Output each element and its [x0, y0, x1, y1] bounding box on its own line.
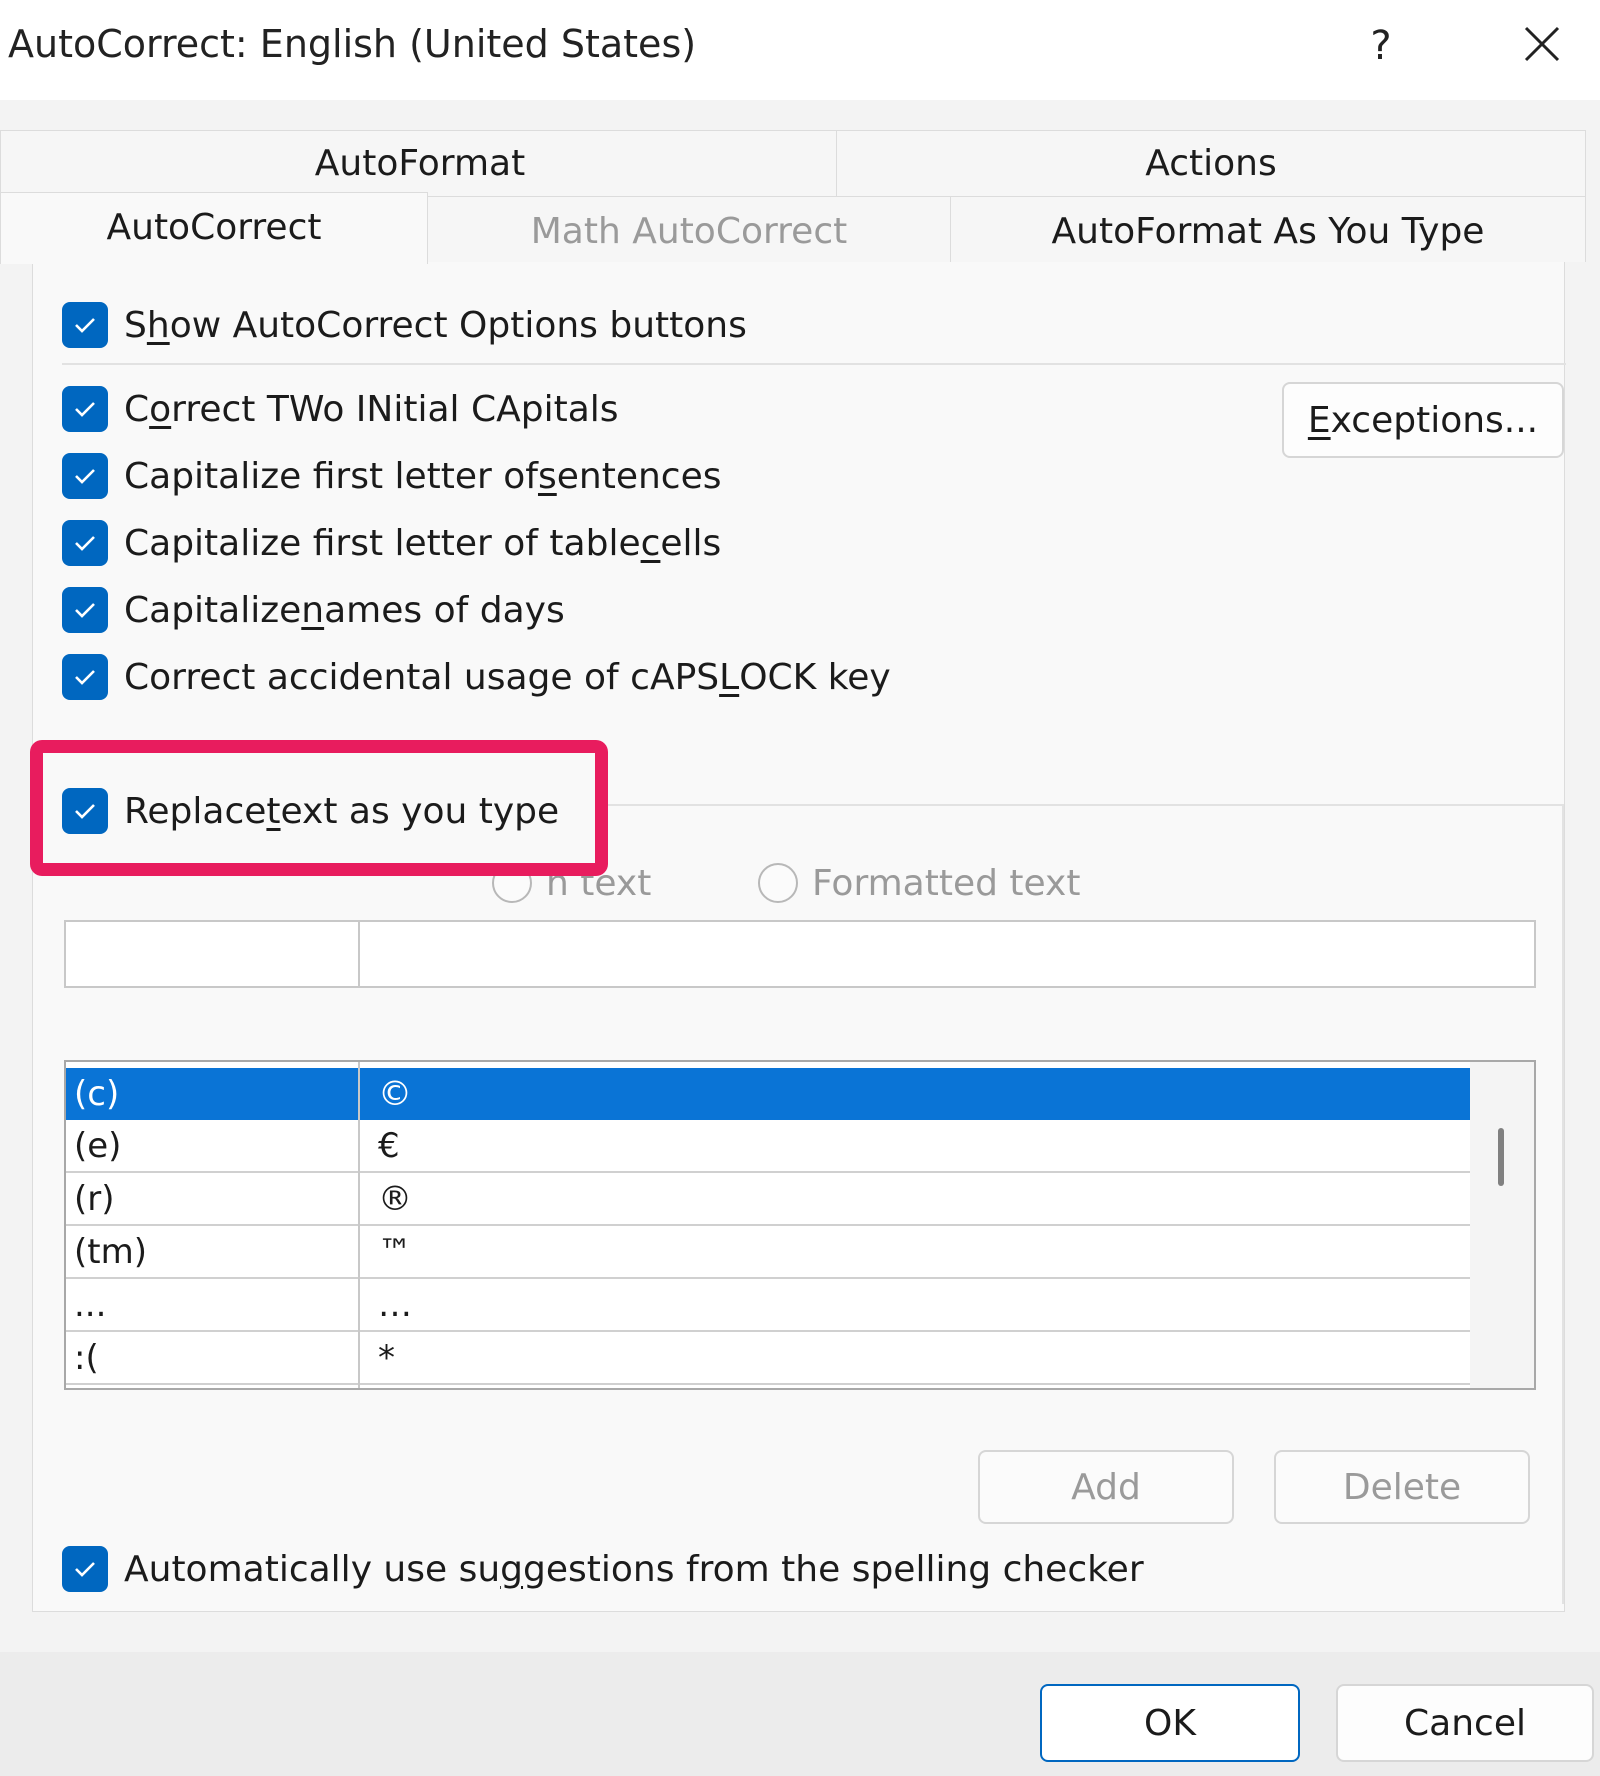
checkbox-checked-icon [62, 654, 108, 700]
with-input[interactable] [358, 920, 1536, 988]
column-divider [358, 1062, 360, 1388]
spelling-suggestions-checkbox[interactable]: Automatically use su g gestions from the s… [62, 1544, 1144, 1594]
close-icon [1524, 26, 1560, 62]
capitalize-sentences-checkbox[interactable]: Capitalize first letter of s entences [62, 451, 722, 501]
tab-math-autocorrect[interactable]: Math AutoCorrect [426, 196, 952, 262]
dialog-title: AutoCorrect: English (United States) [8, 22, 697, 66]
list-item[interactable]: :( * [66, 1332, 1470, 1385]
checkbox-checked-icon [62, 520, 108, 566]
title-bar: AutoCorrect: English (United States) ? [0, 0, 1600, 100]
checkbox-checked-icon [62, 453, 108, 499]
checkbox-checked-icon [62, 386, 108, 432]
correct-two-initial-capitals-checkbox[interactable]: Co rrect TWo INitial CApitals [62, 384, 619, 434]
caps-lock-checkbox[interactable]: Correct accidental usage of cAPS L OCK ke… [62, 652, 891, 702]
list-item[interactable]: ... … [66, 1279, 1470, 1332]
capitalize-days-checkbox[interactable]: Capitalize n ames of days [62, 585, 565, 635]
formatted-text-radio[interactable]: Formatted text [758, 858, 1080, 908]
tab-autoformat[interactable]: AutoFormat [0, 130, 840, 196]
list-item[interactable]: (tm) ™ [66, 1226, 1470, 1279]
add-button[interactable]: Add [978, 1450, 1234, 1524]
radio-icon [758, 863, 798, 903]
checkbox-checked-icon [62, 1546, 108, 1592]
checkbox-checked-icon [62, 788, 108, 834]
autocorrect-entries-list[interactable]: (c) © (e) € (r) ® (tm) ™ ... … :( * [64, 1060, 1536, 1390]
list-item[interactable]: (e) € [66, 1120, 1470, 1173]
exceptions-button[interactable]: Exceptions... [1282, 382, 1564, 458]
tab-actions[interactable]: Actions [836, 130, 1586, 196]
tab-autoformat-as-you-type[interactable]: AutoFormat As You Type [950, 196, 1586, 262]
tab-autocorrect[interactable]: AutoCorrect [0, 192, 428, 264]
checkbox-checked-icon [62, 587, 108, 633]
help-button[interactable]: ? [1356, 18, 1406, 74]
replace-groupbox-right [1562, 804, 1564, 1604]
show-autocorrect-options-checkbox[interactable]: Sh ow AutoCorrect Options buttons [62, 300, 747, 350]
replace-input[interactable] [64, 920, 360, 988]
divider [62, 363, 1566, 365]
scrollbar-thumb[interactable] [1498, 1128, 1504, 1186]
ok-button[interactable]: OK [1040, 1684, 1300, 1762]
list-item[interactable]: (c) © [66, 1068, 1470, 1120]
cancel-button[interactable]: Cancel [1336, 1684, 1594, 1762]
delete-button[interactable]: Delete [1274, 1450, 1530, 1524]
close-button[interactable] [1512, 18, 1572, 74]
capitalize-table-cells-checkbox[interactable]: Capitalize first letter of table c ells [62, 518, 721, 568]
checkbox-checked-icon [62, 302, 108, 348]
replace-text-checkbox[interactable]: Replace t ext as you type [62, 786, 559, 836]
list-scrollbar[interactable] [1470, 1062, 1534, 1388]
list-item[interactable]: (r) ® [66, 1173, 1470, 1226]
